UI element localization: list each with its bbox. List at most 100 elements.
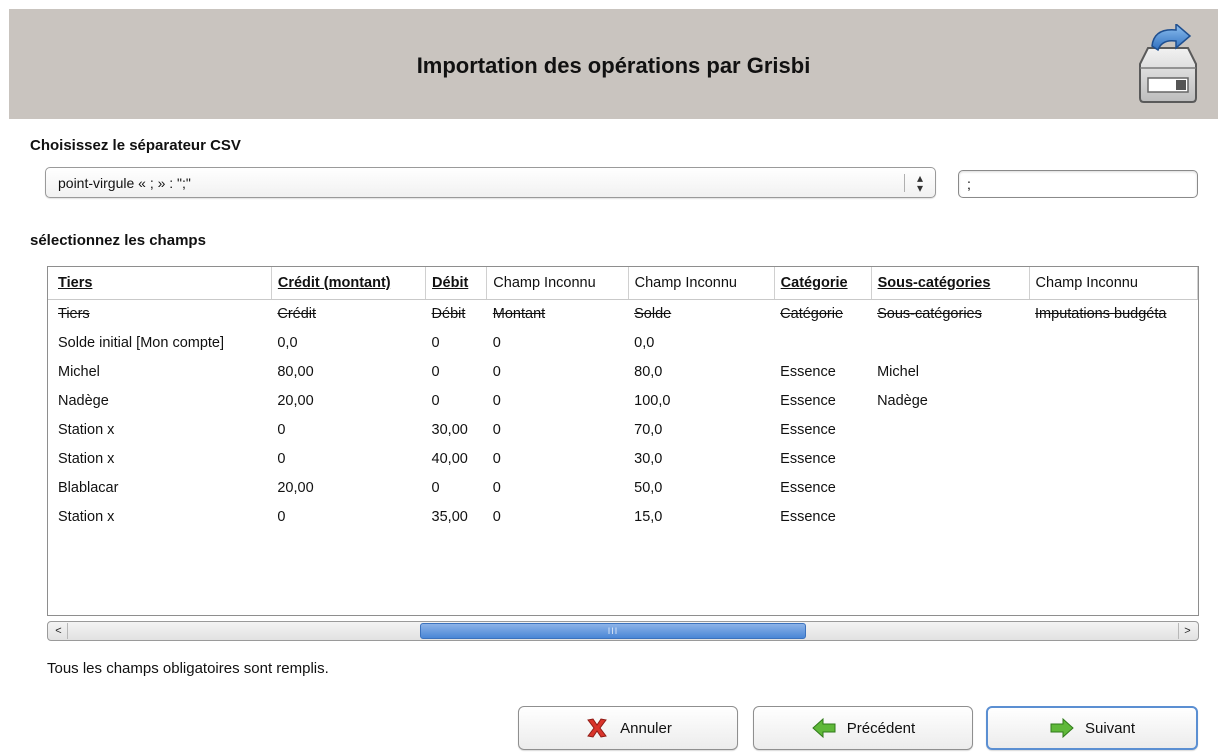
table-row-header[interactable]: Tiers Crédit Débit Montant Solde Catégor… (48, 299, 1198, 328)
status-message: Tous les champs obligatoires sont rempli… (47, 660, 329, 677)
previous-button-label: Précédent (846, 719, 916, 737)
table-cell: 0 (492, 363, 501, 380)
table-cell: Nadège (58, 392, 109, 409)
separator-select[interactable]: point-virgule « ; » : ";" ▴ ▾ (45, 167, 936, 198)
table-cell: 35,00 (431, 508, 468, 525)
cancel-button[interactable]: Annuler (518, 706, 738, 750)
table-cell: Crédit (277, 305, 317, 322)
table-cell: 0 (431, 363, 440, 380)
table-cell: Essence (780, 421, 836, 438)
custom-separator-input[interactable] (958, 170, 1198, 198)
table-cell: 0 (492, 392, 501, 409)
table-cell: 100,0 (634, 392, 671, 409)
table-cell: Essence (780, 392, 836, 409)
table-cell: Essence (780, 479, 836, 496)
table-cell: 20,00 (277, 479, 314, 496)
table-cell: 0,0 (277, 334, 298, 351)
table-cell (871, 473, 1029, 502)
column-header-categorie[interactable]: Catégorie (774, 267, 872, 300)
table-cell (871, 502, 1029, 531)
table-cell: 0 (277, 450, 286, 467)
fields-label: sélectionnez les champs (30, 232, 206, 249)
table-cell: Essence (780, 363, 836, 380)
table-cell: 40,00 (431, 450, 468, 467)
column-header-unknown-2[interactable]: Champ Inconnu (628, 267, 775, 300)
table-cell: Sous-catégories (877, 305, 982, 322)
column-header-debit[interactable]: Débit (425, 267, 488, 300)
table-row[interactable]: Solde initial [Mon compte] 0,0 0 0 0,0 (48, 328, 1198, 357)
column-header-tiers[interactable]: Tiers (48, 267, 272, 300)
table-cell (871, 328, 1029, 357)
select-divider (904, 174, 905, 192)
table-cell: 0 (431, 392, 440, 409)
table-cell: Station x (58, 508, 115, 525)
table-cell: Michel (58, 363, 100, 380)
table-cell: 0 (492, 508, 501, 525)
grip-icon: III (607, 626, 619, 636)
column-header-sous-categories[interactable]: Sous-catégories (871, 267, 1030, 300)
table-cell: 30,0 (634, 450, 663, 467)
table-row[interactable]: Michel 80,00 0 0 80,0 Essence Michel (48, 357, 1198, 386)
separator-select-value: point-virgule « ; » : ";" (58, 175, 191, 191)
column-header-unknown-1[interactable]: Champ Inconnu (486, 267, 629, 300)
column-header-row: Tiers Crédit (montant) Débit Champ Incon… (48, 267, 1198, 300)
column-header-unknown-3[interactable]: Champ Inconnu (1029, 267, 1198, 300)
table-cell: Catégorie (780, 305, 844, 322)
table-cell: 15,0 (634, 508, 663, 525)
table-cell: Débit (431, 305, 466, 322)
scroll-right-icon[interactable]: > (1178, 623, 1196, 639)
table-cell: Blablacar (58, 479, 119, 496)
cancel-x-icon (587, 718, 608, 738)
arrow-right-icon (1050, 717, 1074, 739)
table-cell: 20,00 (277, 392, 314, 409)
table-cell: Michel (877, 363, 919, 380)
updown-arrows-icon: ▴ ▾ (916, 171, 924, 195)
table-cell: 0 (492, 334, 501, 351)
table-row[interactable]: Station x 0 40,00 0 30,0 Essence (48, 444, 1198, 473)
table-cell (1029, 415, 1197, 444)
table-cell: 80,0 (634, 363, 663, 380)
table-cell: 0 (431, 479, 440, 496)
table-cell: Station x (58, 421, 115, 438)
next-button-label: Suivant (1084, 719, 1136, 737)
table-cell: 0 (277, 508, 286, 525)
previous-button[interactable]: Précédent (753, 706, 973, 750)
table-cell: Station x (58, 450, 115, 467)
table-cell: 0 (431, 334, 440, 351)
table-cell: Montant (492, 305, 546, 322)
table-cell: Nadège (877, 392, 928, 409)
table-cell: 0 (492, 450, 501, 467)
table-row[interactable]: Station x 0 30,00 0 70,0 Essence (48, 415, 1198, 444)
arrow-left-icon (812, 717, 836, 739)
table-cell: 30,00 (431, 421, 468, 438)
cancel-button-label: Annuler (620, 719, 672, 737)
scrollbar-thumb[interactable]: III (420, 623, 806, 639)
table-cell: 0 (492, 421, 501, 438)
table-cell (1029, 502, 1197, 531)
table-cell (1029, 328, 1197, 357)
table-cell: 70,0 (634, 421, 663, 438)
horizontal-scrollbar[interactable]: < III > (47, 621, 1199, 641)
table-cell: Essence (780, 508, 836, 525)
table-cell: 80,00 (277, 363, 314, 380)
table-cell (1029, 473, 1197, 502)
table-row[interactable]: Station x 0 35,00 0 15,0 Essence (48, 502, 1198, 531)
table-row[interactable]: Nadège 20,00 0 0 100,0 Essence Nadège (48, 386, 1198, 415)
table-cell: 50,0 (634, 479, 663, 496)
next-button[interactable]: Suivant (986, 706, 1198, 750)
drive-import-icon (1139, 24, 1197, 103)
table-cell: Solde initial [Mon compte] (58, 334, 225, 351)
table-cell: 0 (277, 421, 286, 438)
separator-label: Choisissez le séparateur CSV (30, 137, 241, 154)
table-cell: 0 (492, 479, 501, 496)
table-cell (1029, 357, 1197, 386)
scroll-left-icon[interactable]: < (50, 623, 68, 639)
table-cell: Imputations budgéta (1035, 305, 1167, 322)
table-cell: Solde (634, 305, 672, 322)
header-banner: Importation des opérations par Grisbi (9, 9, 1218, 119)
table-cell (774, 328, 871, 357)
table-row[interactable]: Blablacar 20,00 0 0 50,0 Essence (48, 473, 1198, 502)
table-cell: Essence (780, 450, 836, 467)
table-cell (871, 415, 1029, 444)
column-header-credit[interactable]: Crédit (montant) (271, 267, 427, 300)
